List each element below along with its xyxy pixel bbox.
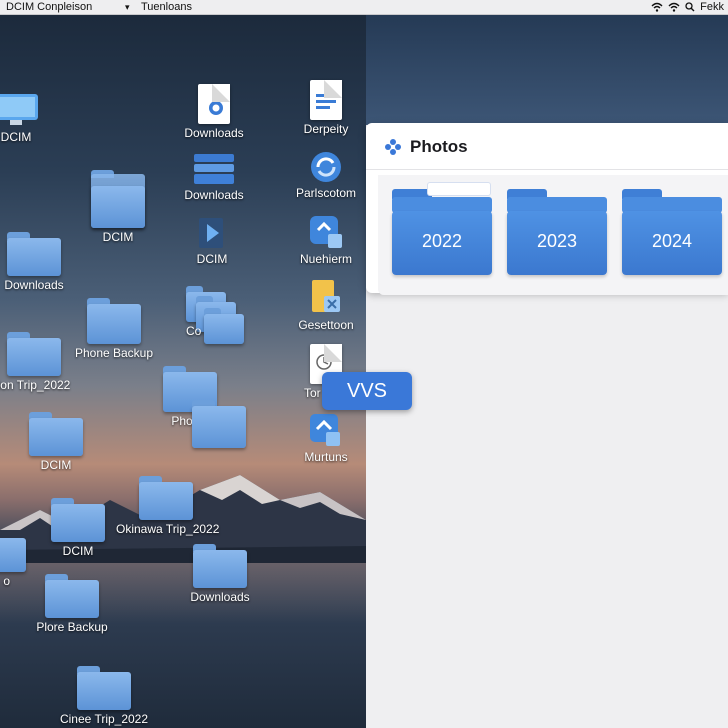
year-label: 2022 [421, 231, 463, 251]
icon-label: DCIM [40, 458, 72, 472]
stack-icon [194, 154, 234, 184]
drag-badge[interactable]: VVS [322, 372, 412, 410]
desktop-icon-downloads-2[interactable]: Downloads [170, 544, 270, 604]
year-folder-2024[interactable]: 2024 [622, 189, 722, 275]
icon-label: Derpeity [303, 122, 349, 136]
icon-label: Parlscotom [295, 186, 357, 200]
icon-label: Downloads [4, 278, 64, 292]
icon-label: Nuehierm [299, 252, 353, 266]
chevron-down-icon[interactable]: ▾ [125, 0, 130, 14]
desktop-icon-nuehierm[interactable]: Nuehierm [276, 214, 376, 266]
archive-icon [312, 280, 340, 312]
text-document-icon [310, 80, 342, 120]
status-area: Fekk [651, 0, 724, 14]
photos-window-title: Photos [410, 137, 468, 156]
icon-label: Cinee Trip_2022 [59, 712, 149, 726]
photos-folder-grid: 2022 2023 2024 [378, 175, 728, 295]
icon-label: DCIM [196, 252, 228, 266]
media-document-icon [199, 218, 223, 248]
icon-label: Downloads [184, 126, 244, 140]
folder-icon [91, 170, 145, 228]
folder-icon [87, 298, 141, 344]
desktop-icon-murtuns[interactable]: Murtuns [276, 412, 376, 464]
desktop-icon-gesettoon[interactable]: Gesettoon [276, 278, 376, 332]
wifi-icon[interactable] [651, 2, 663, 12]
folder-icon [51, 498, 105, 542]
menu-item[interactable]: Tuenloans [141, 0, 192, 14]
desktop-icon-okinawa[interactable]: Okinawa Trip_2022 [116, 476, 220, 536]
desktop-icon-dcim-1[interactable]: DCIM [0, 92, 66, 144]
menu-bar: DCIM Conpleison ▾ Tuenloans Fekk [0, 0, 728, 15]
desktop-icon-cinee-trip[interactable]: Cinee Trip_2022 [54, 666, 154, 726]
year-folder-2023[interactable]: 2023 [507, 189, 607, 275]
icon-label: Plore Backup [36, 620, 108, 634]
folder-icon [139, 476, 193, 520]
photos-window-header: Photos [366, 123, 728, 170]
year-label: 2023 [536, 231, 578, 251]
monitor-icon [0, 94, 38, 125]
desktop-icon-downloads-doc[interactable]: Downloads [164, 84, 264, 140]
right-sky [366, 15, 728, 125]
icon-label: Okinawa Trip_2022 [116, 522, 220, 536]
icon-label: Gesettoon [298, 318, 354, 332]
icon-label: Murtuns [304, 450, 348, 464]
folder-icon [7, 232, 61, 276]
icon-label: DCIM [0, 130, 32, 144]
desktop-icon-lon-trip[interactable]: lon Trip_2022 [0, 332, 84, 392]
desktop-icon-parlscotom[interactable]: Parlscotom [276, 150, 376, 200]
folder-icon [7, 332, 61, 376]
desktop-icon-downloads-1[interactable]: Downloads [0, 232, 84, 292]
year-folder-2022[interactable]: 2022 [392, 183, 492, 275]
desktop-icon-dcim-3[interactable]: DCIM [162, 216, 262, 266]
icon-label: lon Trip_2022 [0, 378, 71, 392]
wifi-icon-2[interactable] [668, 2, 680, 12]
upload-app-icon [310, 414, 340, 446]
desktop-icon-downloads-stack[interactable]: Downloads [164, 152, 264, 202]
folder-icon [193, 544, 247, 588]
search-icon[interactable] [685, 2, 695, 12]
app-icon [310, 216, 342, 248]
folder-icon [0, 532, 26, 572]
year-label: 2024 [651, 231, 693, 251]
folder-icon-shadow [192, 400, 246, 448]
status-text[interactable]: Fekk [700, 0, 724, 14]
folder-icon [77, 666, 131, 710]
sync-icon [311, 152, 341, 182]
desktop-icon-derpeity[interactable]: Derpeity [276, 80, 376, 136]
document-icon [198, 84, 230, 124]
photos-logo-icon [385, 139, 401, 155]
app-title[interactable]: DCIM Conpleison [6, 0, 92, 14]
desktop-icon-plore-backup[interactable]: Plore Backup [22, 574, 122, 634]
icon-label: Co [186, 324, 202, 338]
icon-label: Downloads [184, 188, 244, 202]
desktop-icon-dcim-4[interactable]: DCIM [6, 412, 106, 472]
folder-icon [45, 574, 99, 618]
icon-label: Downloads [190, 590, 250, 604]
desktop-icon-co[interactable]: Co [164, 286, 264, 346]
photos-window: Photos 2022 2023 2024 [366, 123, 728, 295]
folder-icon [29, 412, 83, 456]
